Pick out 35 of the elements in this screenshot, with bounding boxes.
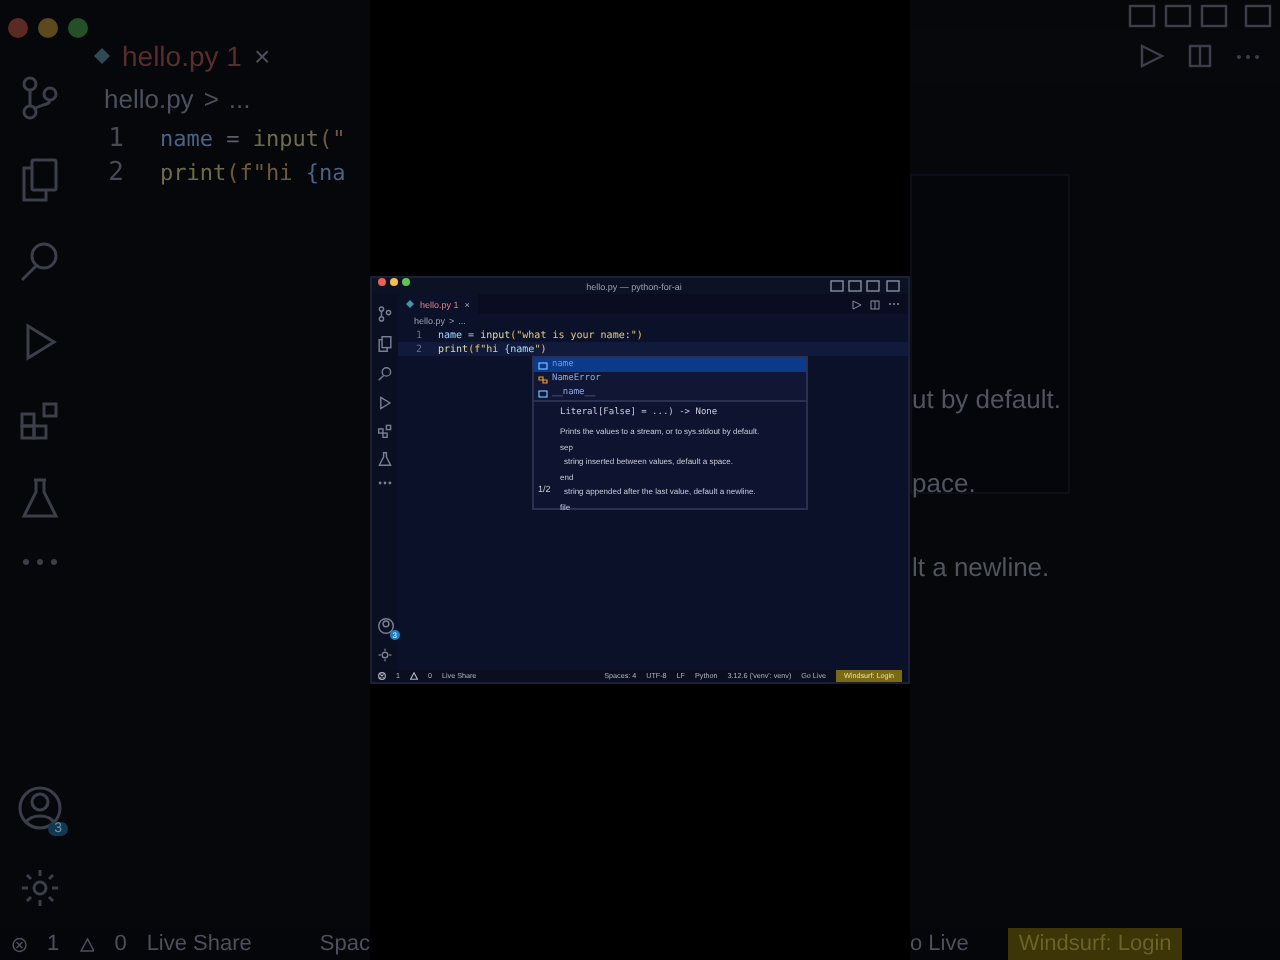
python-file-icon [406,300,414,308]
code-line: print(f"hi {na [160,160,346,186]
files-icon[interactable] [378,336,392,352]
close-light-icon[interactable] [378,278,386,286]
split-editor-icon[interactable] [870,299,880,309]
source-control-icon[interactable] [378,306,392,322]
extensions-icon[interactable] [378,424,392,438]
warning-icon [79,935,95,953]
more-icon[interactable] [378,480,392,486]
error-icon [12,935,28,953]
documentation-text: lt a newline. [912,552,1052,582]
layout-icon[interactable] [830,280,902,292]
variable-icon [538,389,548,397]
warning-icon [410,672,418,680]
run-debug-icon[interactable] [378,396,392,410]
documentation-text: ut by default. [912,384,1063,414]
minimize-light-icon[interactable] [390,278,398,286]
run-icon[interactable] [852,299,862,309]
class-icon [538,375,548,383]
error-icon [378,672,386,680]
search-icon[interactable] [378,366,392,382]
layout-icon[interactable] [1128,4,1272,28]
line-number: 2 [106,158,124,188]
settings-icon[interactable] [378,648,392,662]
zoom-light-icon[interactable] [402,278,410,286]
flask-icon[interactable] [378,452,392,466]
line-number: 1 [106,124,124,154]
run-icon[interactable] [1140,44,1164,68]
documentation-text: pace. [912,468,978,498]
python-file-icon [94,48,110,64]
breadcrumb-separator: > [203,84,219,114]
code-line: name = input(" [160,126,346,152]
variable-icon [538,361,548,369]
account-icon[interactable] [377,618,393,634]
split-editor-icon[interactable] [1188,44,1212,68]
